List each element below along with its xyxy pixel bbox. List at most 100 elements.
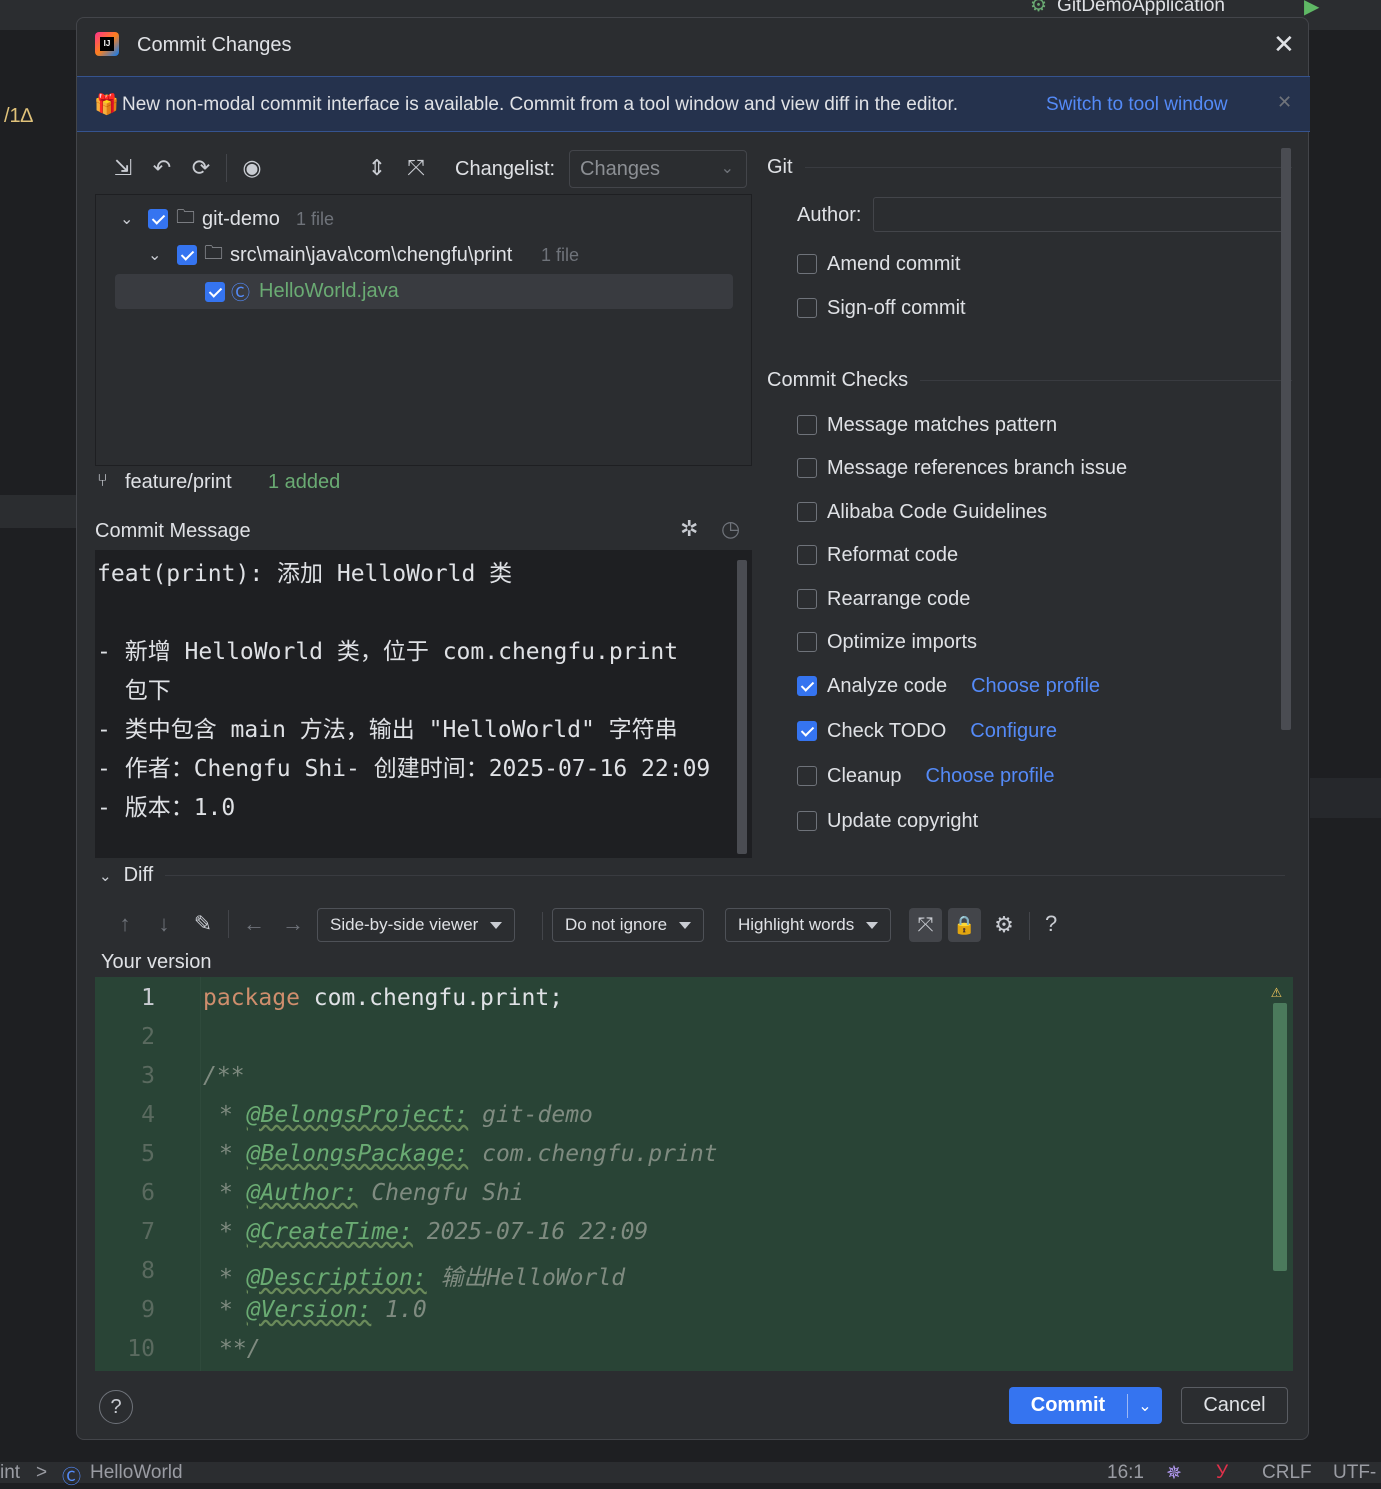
commit-check-checkbox[interactable] [797,458,817,478]
diff-section-title[interactable]: ⌄ Diff [99,864,1285,887]
viewer-dropdown[interactable]: Side-by-side viewer [317,908,516,942]
commit-check-option[interactable]: Message references branch issue [797,453,1127,483]
warning-icon[interactable]: ⚠ [1271,981,1282,1002]
caret-position[interactable]: 16:1 [1107,1462,1144,1484]
commit-check-option[interactable]: Analyze code Choose profile [797,671,1100,701]
commit-check-option[interactable]: Update copyright [797,806,978,836]
help-button[interactable]: ? [99,1390,133,1424]
ai-generate-icon[interactable]: ✲ [680,516,698,542]
commit-check-checkbox[interactable] [797,502,817,522]
commit-check-option[interactable]: Message matches pattern [797,410,1057,440]
commit-check-label: Reformat code [827,543,959,566]
commit-check-link[interactable]: Configure [970,720,1057,743]
editor-fragment: /1∆ [4,105,33,127]
message-scrollbar[interactable] [737,560,747,854]
amend-commit-option[interactable]: Amend commit [797,249,960,279]
commit-check-label: Optimize imports [827,630,978,653]
code-text-content: **/ [219,1336,261,1362]
tree-node-root[interactable]: ⌄ 🗀 git-demo 1 file [96,201,751,237]
collapse-all-icon[interactable]: ⤧ [402,154,430,182]
settings-gear-icon[interactable]: ⚙ [990,911,1018,939]
collapse-unchanged-icon[interactable]: ⤧ [909,908,942,942]
run-icon[interactable]: ▶ [1304,0,1319,19]
previous-file-icon[interactable]: ← [240,910,268,938]
chevron-down-icon[interactable]: ⌄ [148,245,161,265]
tree-node-meta: 1 file [296,208,335,229]
author-field[interactable] [873,197,1291,232]
lock-icon[interactable]: 🔒 [948,908,981,942]
chevron-down-icon[interactable]: ⌄ [1128,1396,1162,1416]
commit-check-checkbox[interactable] [797,721,817,741]
run-config-selector[interactable]: ⚙ GitDemoApplication [1030,0,1225,17]
commit-check-option[interactable]: Check TODO Configure [797,716,1057,746]
commit-check-checkbox[interactable] [797,545,817,565]
code-line: 4 * @BelongsProject: git-demo [95,1102,1275,1141]
tree-node-package[interactable]: ⌄ 🗀 src\main\java\com\chengfu\print 1 fi… [96,237,751,273]
alibaba-icon[interactable]: У [1216,1462,1228,1484]
edit-source-icon[interactable]: ✎ [189,910,217,938]
close-icon[interactable]: ✕ [1273,31,1295,57]
file-checkbox[interactable] [205,281,225,302]
help-icon[interactable]: ? [1045,911,1057,937]
tree-node-file[interactable]: Ⓒ HelloWorld.java [115,274,733,309]
code-line: 7 * @CreateTime: 2025-07-16 22:09 [95,1219,1275,1258]
line-number: 9 [141,1297,155,1323]
plugin-icon[interactable]: ✵ [1166,1462,1182,1485]
amend-commit-checkbox[interactable] [797,254,817,274]
commit-check-checkbox[interactable] [797,811,817,831]
chevron-down-icon[interactable]: ⌄ [120,209,133,229]
breadcrumb-class[interactable]: HelloWorld [90,1462,183,1484]
line-number: 7 [141,1219,155,1245]
ignore-dropdown[interactable]: Do not ignore [552,908,705,942]
package-checkbox[interactable] [177,245,197,265]
commit-check-checkbox[interactable] [797,632,817,652]
author-label: Author: [797,204,862,226]
commit-check-option[interactable]: Reformat code [797,540,958,570]
switch-to-tool-window-link[interactable]: Switch to tool window [1046,94,1228,116]
commit-check-checkbox[interactable] [797,766,817,786]
chevron-down-icon[interactable]: ⌄ [99,867,112,885]
next-diff-icon[interactable]: ↓ [150,910,178,938]
next-file-icon[interactable]: → [279,910,307,938]
file-encoding[interactable]: UTF- [1333,1462,1376,1484]
refresh-icon[interactable]: ⟳ [187,154,215,182]
commit-check-link[interactable]: Choose profile [971,675,1100,698]
diff-code-view[interactable]: 1 package com.chengfu.print; 2 3 /** 4 * @Belo… [95,977,1293,1371]
commit-check-checkbox[interactable] [797,415,817,435]
expand-all-icon[interactable]: ⇕ [363,154,391,182]
commit-button[interactable]: Commit ⌄ [1009,1387,1162,1424]
history-icon[interactable]: ◷ [721,516,740,542]
javadoc-value: 1.0 [371,1297,427,1323]
message-line: - 类中包含 main 方法，输出 "HelloWorld" 字符串 [97,717,678,743]
show-diff-icon[interactable]: ◉ [238,154,266,182]
keyword: package [203,985,300,1011]
code-line: 3 /** [95,1063,1275,1102]
commit-check-option[interactable]: Rearrange code [797,584,970,614]
previous-diff-icon[interactable]: ↑ [111,910,139,938]
banner-close-icon[interactable]: ✕ [1277,92,1292,113]
cancel-button[interactable]: Cancel [1181,1387,1288,1424]
commit-check-link[interactable]: Choose profile [926,765,1055,788]
move-to-changelist-icon[interactable]: ⇲ [109,154,137,182]
changelist-dropdown[interactable]: Changes ⌄ [569,150,747,188]
commit-check-checkbox[interactable] [797,589,817,609]
line-number: 4 [141,1102,155,1128]
commit-check-option[interactable]: Alibaba Code Guidelines [797,497,1047,527]
line-separator[interactable]: CRLF [1262,1462,1312,1484]
breadcrumb-module[interactable]: int [0,1462,20,1484]
changelist-label: Changelist: [455,158,556,180]
code-scrollbar[interactable] [1273,1003,1287,1271]
editor-right-strip [1310,778,1381,818]
commit-check-option[interactable]: Cleanup Choose profile [797,761,1054,791]
commit-check-checkbox[interactable] [797,676,817,696]
changes-tree: ⌄ 🗀 git-demo 1 file ⌄ 🗀 src\main\java\co… [95,194,752,466]
commit-check-option[interactable]: Optimize imports [797,627,977,657]
rollback-icon[interactable]: ↶ [148,154,176,182]
javadoc-tag: @BelongsProject: [246,1102,469,1128]
commit-message-editor[interactable]: feat(print): 添加 HelloWorld 类 - 新增 HelloW… [95,550,752,858]
options-scrollbar[interactable] [1281,148,1291,730]
signoff-commit-option[interactable]: Sign-off commit [797,293,966,323]
root-checkbox[interactable] [148,209,168,229]
signoff-commit-checkbox[interactable] [797,298,817,318]
highlight-dropdown[interactable]: Highlight words [725,908,892,942]
